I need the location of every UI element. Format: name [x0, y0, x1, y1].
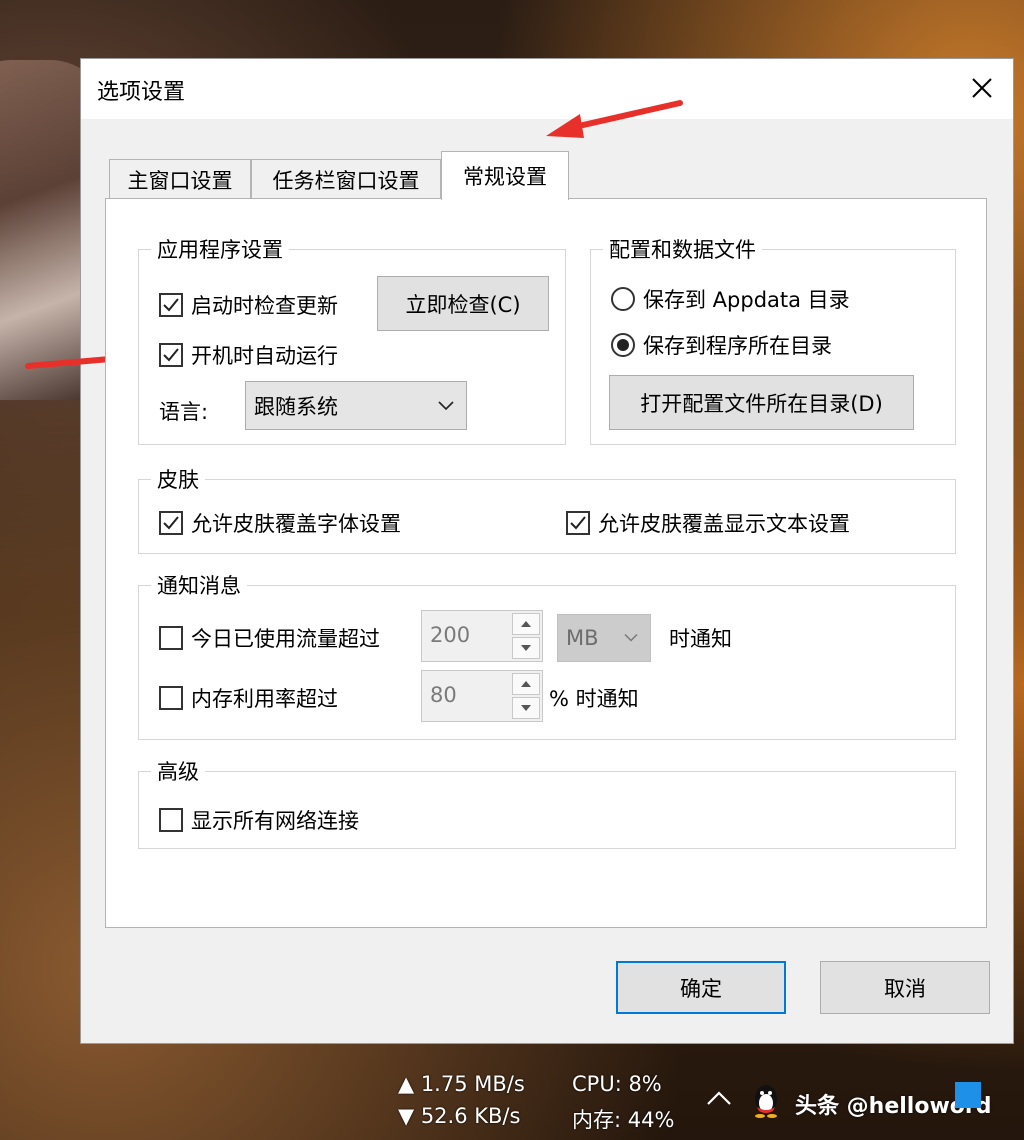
show-all-connections-checkbox[interactable]: 显示所有网络连接: [159, 805, 359, 835]
traffic-notify-label: 今日已使用流量超过: [191, 627, 380, 651]
tab-general-settings[interactable]: 常规设置: [441, 151, 569, 200]
ok-button[interactable]: 确定: [616, 961, 786, 1014]
app-settings-title: 应用程序设置: [151, 234, 289, 264]
check-now-button[interactable]: 立即检查(C): [377, 276, 549, 331]
general-settings-panel: 应用程序设置 启动时检查更新 立即检查(C) 开机时自动运行 语言: 跟随系统: [105, 198, 987, 928]
notify-title: 通知消息: [151, 570, 247, 600]
check-update-label: 启动时检查更新: [191, 294, 338, 318]
config-files-title: 配置和数据文件: [603, 234, 762, 264]
spin-up-button[interactable]: [512, 613, 540, 635]
dialog-title: 选项设置: [97, 80, 186, 105]
notify-group: 通知消息 今日已使用流量超过 200 MB 时通知 内存利用率超过 80 % 时…: [138, 570, 956, 740]
upload-speed: ▲ 1.75 MB/s: [398, 1072, 525, 1096]
language-value: 跟随系统: [254, 394, 338, 419]
autorun-checkbox[interactable]: 开机时自动运行: [159, 340, 338, 370]
download-speed: ▼ 52.6 KB/s: [398, 1104, 521, 1128]
radio-selected-icon: [611, 333, 635, 357]
qq-penguin-icon[interactable]: [750, 1082, 782, 1118]
cancel-button[interactable]: 取消: [820, 961, 990, 1014]
open-config-dir-button[interactable]: 打开配置文件所在目录(D): [609, 375, 914, 430]
checkbox-checked-icon: [159, 343, 183, 367]
skin-group: 皮肤 允许皮肤覆盖字体设置 允许皮肤覆盖显示文本设置: [138, 464, 956, 554]
checkbox-unchecked-icon: [159, 808, 183, 832]
traffic-suffix: 时通知: [669, 627, 732, 651]
advanced-title: 高级: [151, 756, 205, 786]
checkbox-checked-icon: [159, 511, 183, 535]
close-icon: [972, 78, 992, 98]
radio-appdata[interactable]: 保存到 Appdata 目录: [611, 284, 850, 314]
memory-suffix: % 时通知: [549, 687, 639, 711]
memory-spinner[interactable]: 80: [421, 670, 543, 722]
chevron-down-icon: [624, 633, 638, 642]
memory-usage: 内存: 44%: [572, 1108, 675, 1132]
close-button[interactable]: [965, 71, 999, 105]
radio-program-dir-label: 保存到程序所在目录: [643, 334, 832, 358]
memory-notify-checkbox[interactable]: 内存利用率超过: [159, 683, 338, 713]
allow-skin-text-checkbox[interactable]: 允许皮肤覆盖显示文本设置: [566, 508, 850, 538]
allow-skin-text-label: 允许皮肤覆盖显示文本设置: [598, 512, 850, 536]
checkbox-checked-icon: [566, 511, 590, 535]
radio-appdata-label: 保存到 Appdata 目录: [643, 288, 850, 312]
checkbox-checked-icon: [159, 293, 183, 317]
allow-skin-font-checkbox[interactable]: 允许皮肤覆盖字体设置: [159, 508, 401, 538]
spin-down-button[interactable]: [512, 637, 540, 659]
radio-program-dir[interactable]: 保存到程序所在目录: [611, 330, 832, 360]
show-all-connections-label: 显示所有网络连接: [191, 809, 359, 833]
traffic-value: 200: [430, 623, 471, 647]
check-update-checkbox[interactable]: 启动时检查更新: [159, 290, 338, 320]
arrow-up-icon: [521, 681, 531, 687]
arrow-up-icon: [521, 621, 531, 627]
tray-app-icon[interactable]: [955, 1082, 981, 1108]
allow-skin-font-label: 允许皮肤覆盖字体设置: [191, 512, 401, 536]
memory-notify-label: 内存利用率超过: [191, 687, 338, 711]
spin-down-button[interactable]: [512, 697, 540, 719]
checkbox-unchecked-icon: [159, 626, 183, 650]
autorun-label: 开机时自动运行: [191, 344, 338, 368]
annotation-arrow-icon: [546, 100, 683, 138]
app-settings-group: 应用程序设置 启动时检查更新 立即检查(C) 开机时自动运行 语言: 跟随系统: [138, 234, 566, 445]
advanced-group: 高级 显示所有网络连接: [138, 756, 956, 849]
tab-taskbar-window[interactable]: 任务栏窗口设置: [251, 159, 441, 199]
chevron-up-icon[interactable]: [706, 1090, 732, 1106]
spin-up-button[interactable]: [512, 673, 540, 695]
cpu-usage: CPU: 8%: [572, 1072, 662, 1096]
traffic-unit-select[interactable]: MB: [557, 614, 651, 662]
options-dialog: 选项设置 主窗口设置 任务栏窗口设置 常规设置 应用程序设置 启动时检查更新 立…: [80, 58, 1014, 1044]
arrow-down-icon: [521, 705, 531, 711]
traffic-spinner[interactable]: 200: [421, 610, 543, 662]
tab-main-window[interactable]: 主窗口设置: [109, 159, 251, 199]
chevron-down-icon: [438, 400, 454, 410]
language-select[interactable]: 跟随系统: [245, 381, 467, 430]
memory-value: 80: [430, 683, 457, 707]
traffic-notify-checkbox[interactable]: 今日已使用流量超过: [159, 623, 380, 653]
radio-unselected-icon: [611, 287, 635, 311]
skin-title: 皮肤: [151, 464, 205, 494]
arrow-down-icon: [521, 645, 531, 651]
config-files-group: 配置和数据文件 保存到 Appdata 目录 保存到程序所在目录 打开配置文件所…: [590, 234, 956, 445]
checkbox-unchecked-icon: [159, 686, 183, 710]
language-label: 语言:: [159, 400, 209, 424]
traffic-unit-value: MB: [566, 626, 599, 650]
